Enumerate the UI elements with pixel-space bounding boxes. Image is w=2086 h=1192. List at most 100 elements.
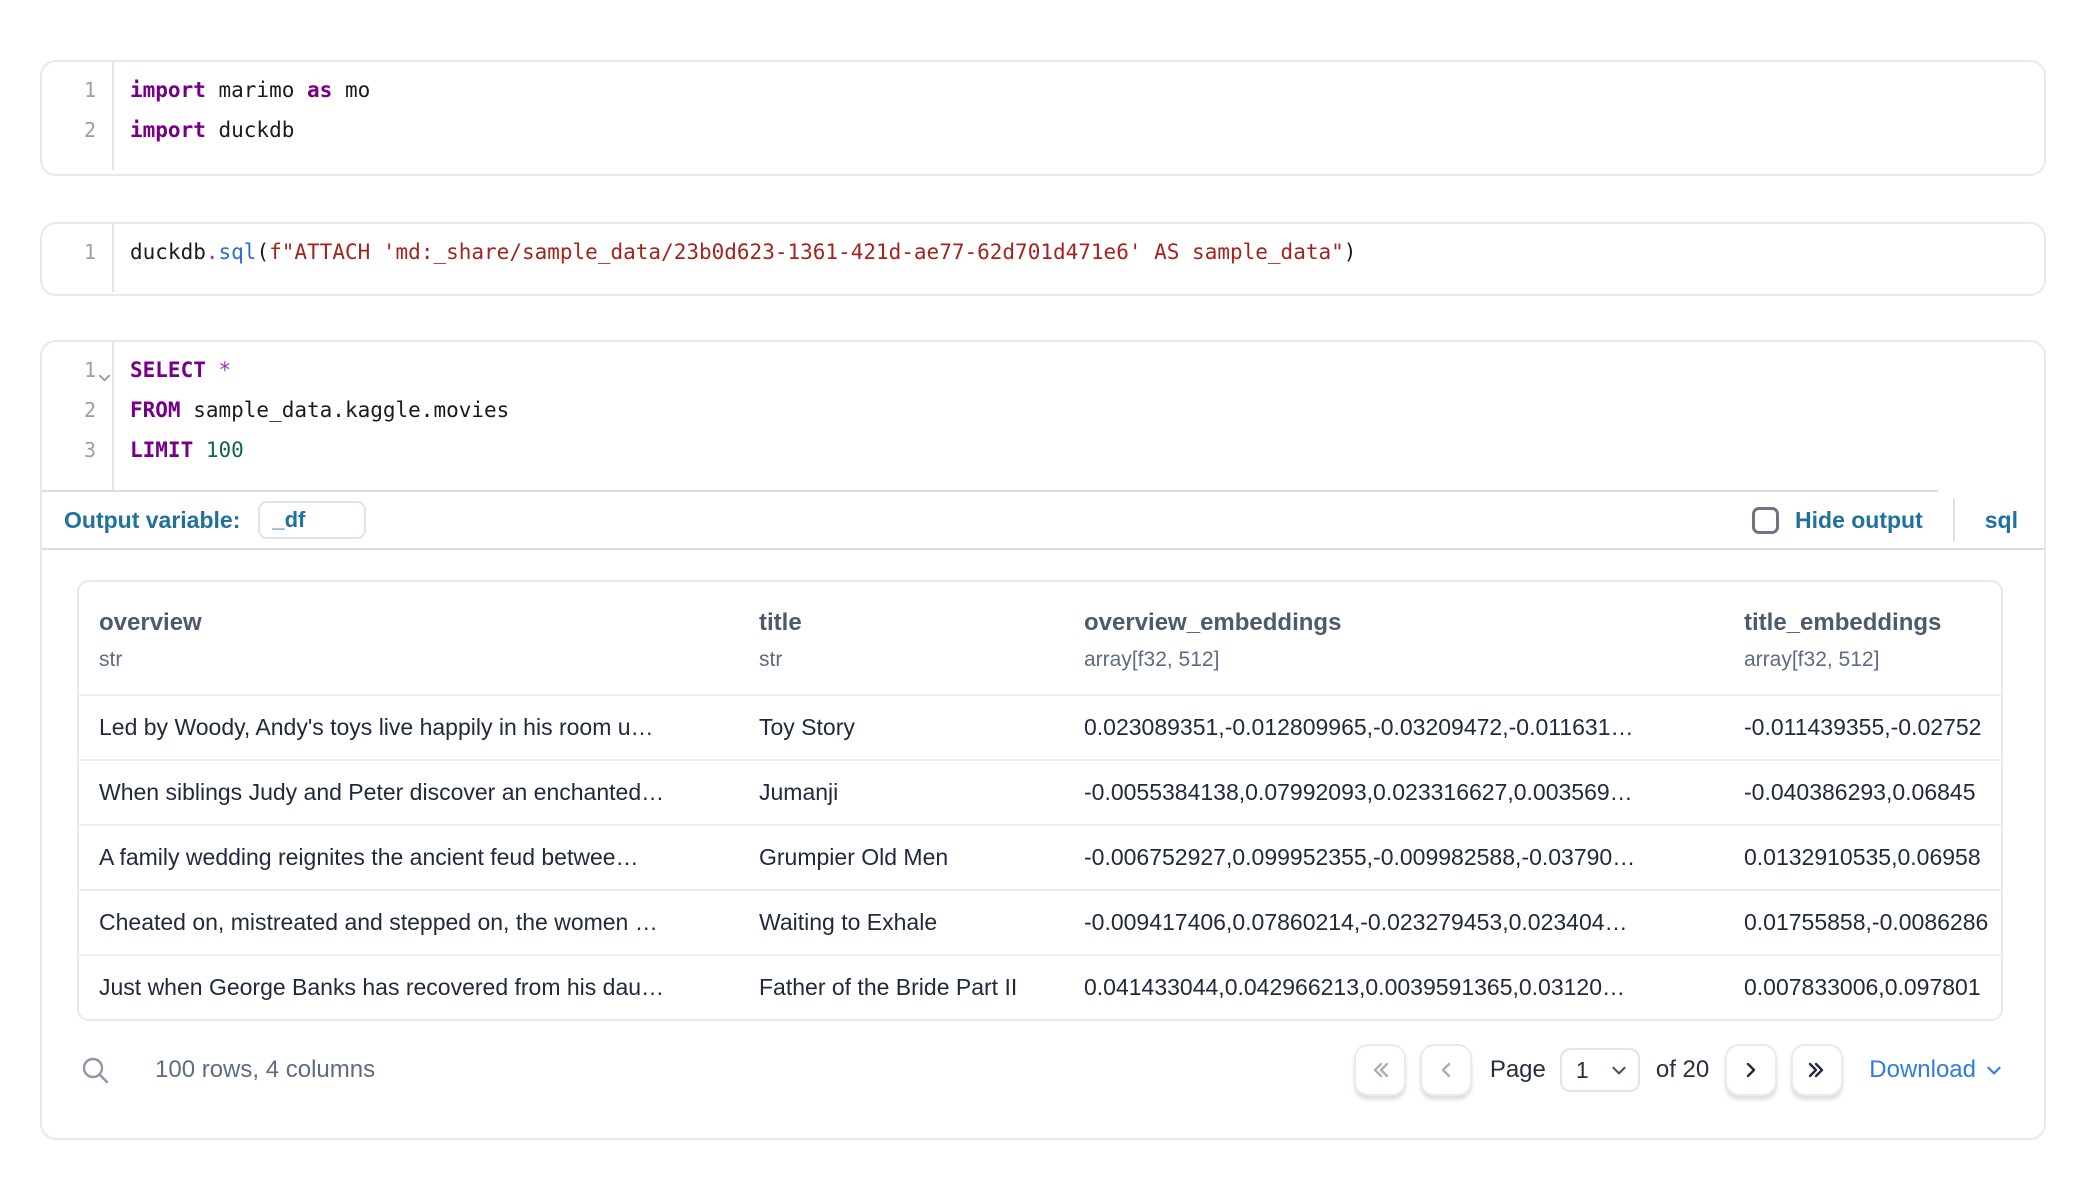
hide-output-checkbox[interactable] (1752, 507, 1779, 534)
string-token: f"ATTACH 'md:_share/sample_data/23b0d623… (269, 240, 1344, 264)
page-label: Page (1490, 1056, 1546, 1084)
code-line: SELECT * (130, 358, 2044, 398)
table-row: When siblings Judy and Peter discover an… (79, 759, 2001, 824)
output-variable-input[interactable] (258, 501, 366, 539)
line-number: 3 (42, 438, 96, 478)
chevron-down-icon (1985, 1061, 2003, 1079)
page-total-label: of 20 (1656, 1056, 1709, 1084)
line-number: 1 (42, 358, 96, 398)
cell-overview: When siblings Judy and Peter discover an… (79, 761, 739, 824)
chevrons-right-icon (1805, 1058, 1829, 1082)
cell-overview: Cheated on, mistreated and stepped on, t… (79, 891, 739, 954)
page-select-value: 1 (1576, 1057, 1610, 1084)
cell-title: Grumpier Old Men (739, 826, 1064, 889)
next-page-button[interactable] (1725, 1044, 1777, 1096)
cell-title: Waiting to Exhale (739, 891, 1064, 954)
download-label: Download (1869, 1056, 1976, 1084)
line-number-gutter: 1 (42, 224, 114, 292)
line-number: 1 (42, 240, 96, 280)
pagination-controls: Page 1 of 20 Download (1354, 1044, 2003, 1096)
cell-overview-embeddings: -0.0055384138,0.07992093,0.023316627,0.0… (1064, 761, 1724, 824)
code-fold-chevron-down-icon[interactable] (97, 370, 112, 385)
code-cell-attach: 1 duckdb.sql(f"ATTACH 'md:_share/sample_… (40, 222, 2046, 296)
number-token: 100 (206, 438, 244, 462)
code-line: import marimo as mo (130, 78, 2044, 118)
cell-overview-embeddings: -0.009417406,0.07860214,-0.023279453,0.0… (1064, 891, 1724, 954)
chevron-down-icon (1610, 1061, 1628, 1079)
keyword-token: FROM (130, 398, 181, 422)
column-dtype: array[f32, 512] (1744, 648, 2001, 672)
keyword-token: as (307, 78, 332, 102)
code-line: import duckdb (130, 118, 2044, 158)
code-token (193, 438, 206, 462)
language-badge-sql[interactable]: sql (1985, 507, 2018, 534)
page-select[interactable]: 1 (1560, 1048, 1640, 1092)
code-token: mo (332, 78, 370, 102)
table-row: Led by Woody, Andy's toys live happily i… (79, 694, 2001, 759)
code-editor-imports[interactable]: import marimo as mo import duckdb (114, 62, 2044, 170)
column-dtype: str (99, 648, 739, 672)
keyword-token: import (130, 78, 206, 102)
code-token: sample_data.kaggle.movies (181, 398, 510, 422)
column-name: overview_embeddings (1084, 608, 1724, 638)
cell-title-embeddings: 0.01755858,-0.0086286 (1724, 891, 2001, 954)
column-dtype: str (759, 648, 1064, 672)
code-token: duckdb (130, 240, 206, 264)
line-number: 2 (42, 118, 96, 158)
column-name: title_embeddings (1744, 608, 2001, 638)
cell-title-embeddings: -0.040386293,0.06845 (1724, 761, 2001, 824)
previous-page-button[interactable] (1420, 1044, 1472, 1096)
cell-title-embeddings: 0.007833006,0.097801 (1724, 956, 2001, 1019)
cell-overview: Led by Woody, Andy's toys live happily i… (79, 696, 739, 759)
keyword-token: import (130, 118, 206, 142)
line-number: 2 (42, 398, 96, 438)
line-number-gutter: 1 2 (42, 62, 114, 170)
result-table: overview str title str overview_embeddin… (77, 580, 2003, 1021)
code-line: LIMIT 100 (130, 438, 2044, 478)
code-token: ( (256, 240, 269, 264)
code-line: duckdb.sql(f"ATTACH 'md:_share/sample_da… (130, 240, 2044, 280)
column-header-overview-embeddings[interactable]: overview_embeddings array[f32, 512] (1064, 608, 1724, 672)
code-editor-attach[interactable]: duckdb.sql(f"ATTACH 'md:_share/sample_da… (114, 224, 2044, 292)
column-name: overview (99, 608, 739, 638)
operator-token: * (219, 358, 232, 382)
first-page-button[interactable] (1354, 1044, 1406, 1096)
cell-overview: A family wedding reignites the ancient f… (79, 826, 739, 889)
sql-editor[interactable]: SELECT * FROM sample_data.kaggle.movies … (114, 342, 2044, 490)
column-header-overview[interactable]: overview str (79, 608, 739, 672)
table-header-row: overview str title str overview_embeddin… (79, 582, 2001, 694)
cell-title-embeddings: -0.011439355,-0.02752 (1724, 696, 2001, 759)
code-token: marimo (206, 78, 307, 102)
code-token (206, 358, 219, 382)
cell-overview-embeddings: 0.023089351,-0.012809965,-0.03209472,-0.… (1064, 696, 1724, 759)
code-cell-imports: 1 2 import marimo as mo import duckdb (40, 60, 2046, 176)
cell-title: Toy Story (739, 696, 1064, 759)
cell-overview-embeddings: -0.006752927,0.099952355,-0.009982588,-0… (1064, 826, 1724, 889)
column-name: title (759, 608, 1064, 638)
line-number-gutter: 1 2 3 (42, 342, 114, 490)
sql-cell: 1 2 3 SELECT * FROM sample_data.kaggle.m… (40, 340, 2046, 1140)
code-line: FROM sample_data.kaggle.movies (130, 398, 2044, 438)
chevrons-left-icon (1368, 1058, 1392, 1082)
column-header-title[interactable]: title str (739, 608, 1064, 672)
chevron-right-icon (1739, 1058, 1763, 1082)
table-row: A family wedding reignites the ancient f… (79, 824, 2001, 889)
search-icon[interactable] (79, 1054, 111, 1086)
operator-token: . (206, 240, 219, 264)
last-page-button[interactable] (1791, 1044, 1843, 1096)
table-row: Just when George Banks has recovered fro… (79, 954, 2001, 1019)
code-token: ) (1344, 240, 1357, 264)
column-dtype: array[f32, 512] (1084, 648, 1724, 672)
hide-output-label[interactable]: Hide output (1795, 507, 1923, 534)
table-row: Cheated on, mistreated and stepped on, t… (79, 889, 2001, 954)
line-number: 1 (42, 78, 96, 118)
column-header-title-embeddings[interactable]: title_embeddings array[f32, 512] (1724, 608, 2001, 672)
cell-overview-embeddings: 0.041433044,0.042966213,0.0039591365,0.0… (1064, 956, 1724, 1019)
cell-title: Jumanji (739, 761, 1064, 824)
output-variable-label: Output variable: (64, 507, 240, 534)
download-button[interactable]: Download (1869, 1056, 2003, 1084)
function-token: sql (219, 240, 257, 264)
cell-title-embeddings: 0.0132910535,0.06958 (1724, 826, 2001, 889)
vertical-divider (1953, 499, 1955, 541)
cell-title: Father of the Bride Part II (739, 956, 1064, 1019)
